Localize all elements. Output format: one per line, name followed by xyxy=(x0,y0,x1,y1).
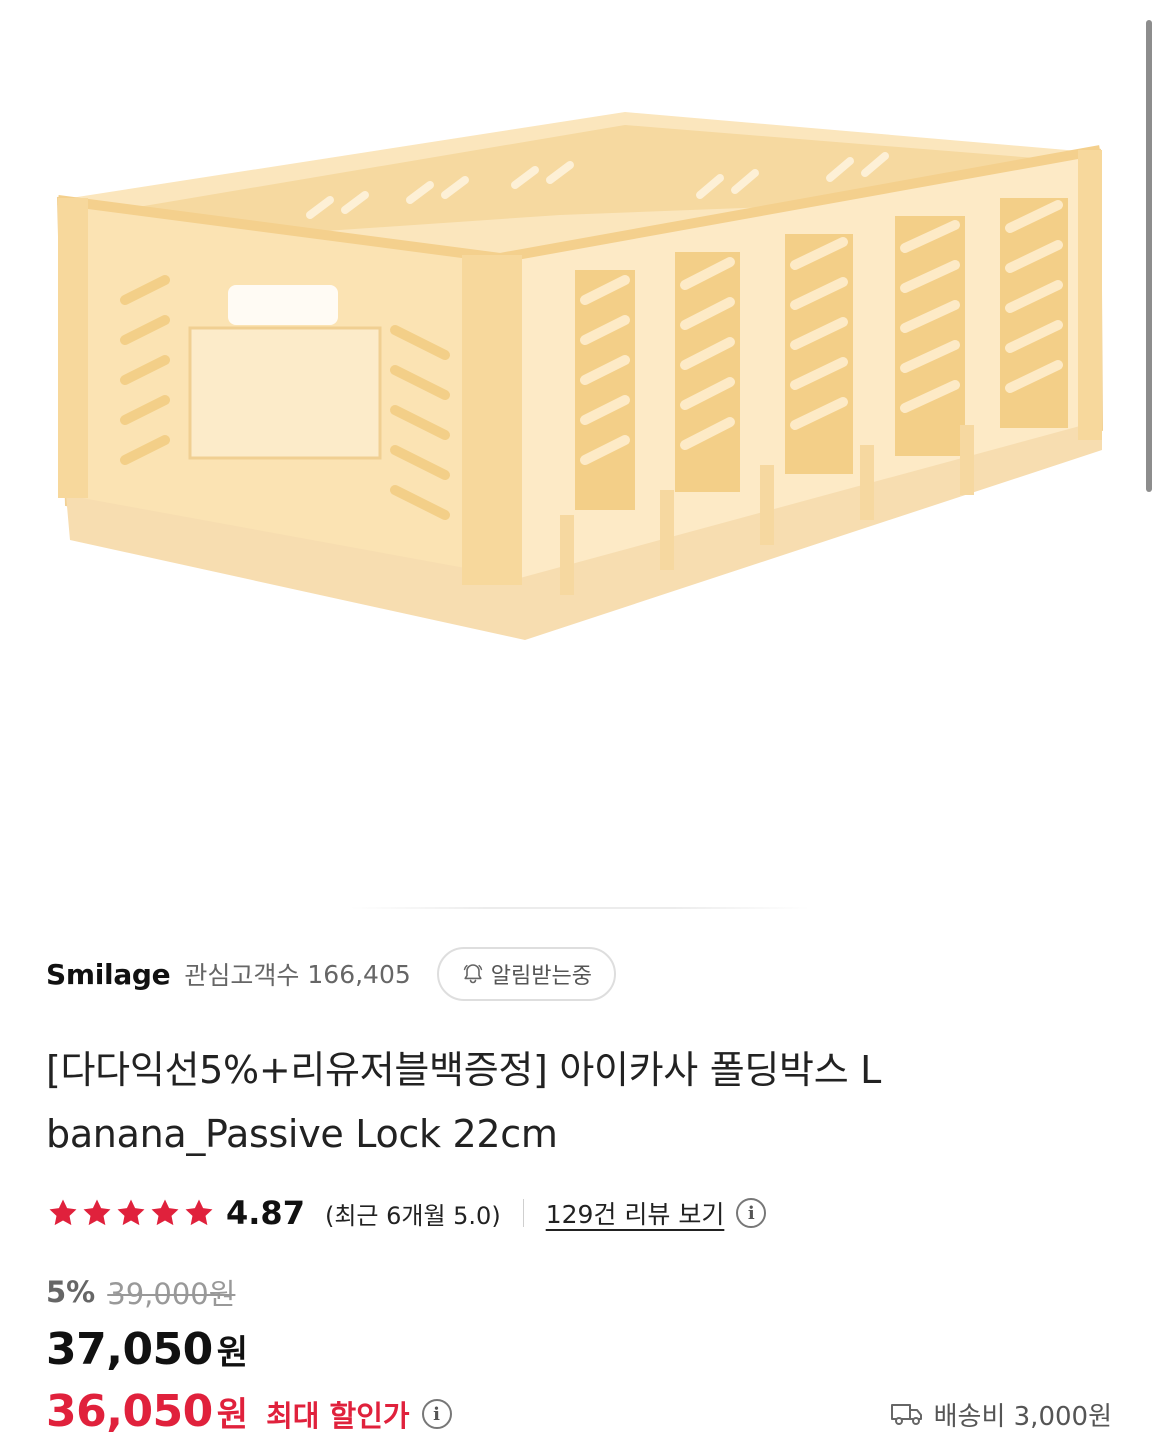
rating-row: 4.87 (최근 6개월 5.0) 129건 리뷰 보기 i xyxy=(46,1190,767,1236)
rating-value: 4.87 xyxy=(226,1194,305,1232)
product-title-line2: banana_Passive Lock 22cm xyxy=(46,1112,558,1156)
discount-row: 5% 39,000원 xyxy=(46,1272,235,1312)
recent-rating: (최근 6개월 5.0) xyxy=(324,1201,501,1230)
star-icon xyxy=(185,1199,213,1226)
star-icon xyxy=(117,1199,145,1226)
notify-label: 알림받는중 xyxy=(490,964,592,989)
star-icon xyxy=(151,1199,179,1226)
max-discount-row: 36,050 원 최대 할인가 i xyxy=(46,1386,452,1442)
bell-icon xyxy=(463,964,482,984)
max-discount-info-icon[interactable]: i xyxy=(421,1399,452,1429)
image-divider xyxy=(350,907,810,909)
discount-rate: 5% xyxy=(46,1275,96,1309)
seller-row: Smilage 관심고객수 166,405 알림받는중 xyxy=(46,946,616,1002)
follower-count: 166,405 xyxy=(307,959,411,989)
shipping-fee: 배송비 3,000원 xyxy=(890,1394,1112,1434)
scrollbar[interactable] xyxy=(1146,20,1152,492)
notify-button[interactable]: 알림받는중 xyxy=(436,947,616,1001)
star-icon xyxy=(49,1199,77,1226)
original-price: 39,000원 xyxy=(107,1277,236,1311)
sale-price-unit: 원 xyxy=(216,1333,249,1373)
star-icon xyxy=(83,1199,111,1226)
shipping-text: 배송비 3,000원 xyxy=(933,1401,1112,1432)
crate-illustration xyxy=(56,112,1104,640)
follower-label: 관심고객수 xyxy=(184,961,300,990)
product-title: [다다익선5%+리유저블백증정] 아이카사 폴딩박스 L banana_Pass… xyxy=(46,1038,1046,1166)
sale-price-row: 37,050 원 xyxy=(46,1324,248,1380)
max-discount-unit: 원 xyxy=(216,1395,249,1435)
max-discount-price: 36,050 xyxy=(46,1386,213,1437)
truck-icon xyxy=(890,1404,922,1425)
seller-name[interactable]: Smilage xyxy=(46,958,171,991)
max-discount-label: 최대 할인가 xyxy=(266,1399,410,1433)
product-image[interactable] xyxy=(0,0,1158,910)
rating-separator xyxy=(522,1199,524,1227)
rating-stars xyxy=(46,1196,216,1230)
sale-price: 37,050 xyxy=(46,1324,213,1375)
info-icon[interactable]: i xyxy=(736,1198,767,1228)
product-title-line1: [다다익선5%+리유저블백증정] 아이카사 폴딩박스 L xyxy=(46,1048,882,1092)
review-link[interactable]: 129건 리뷰 보기 xyxy=(546,1195,725,1231)
